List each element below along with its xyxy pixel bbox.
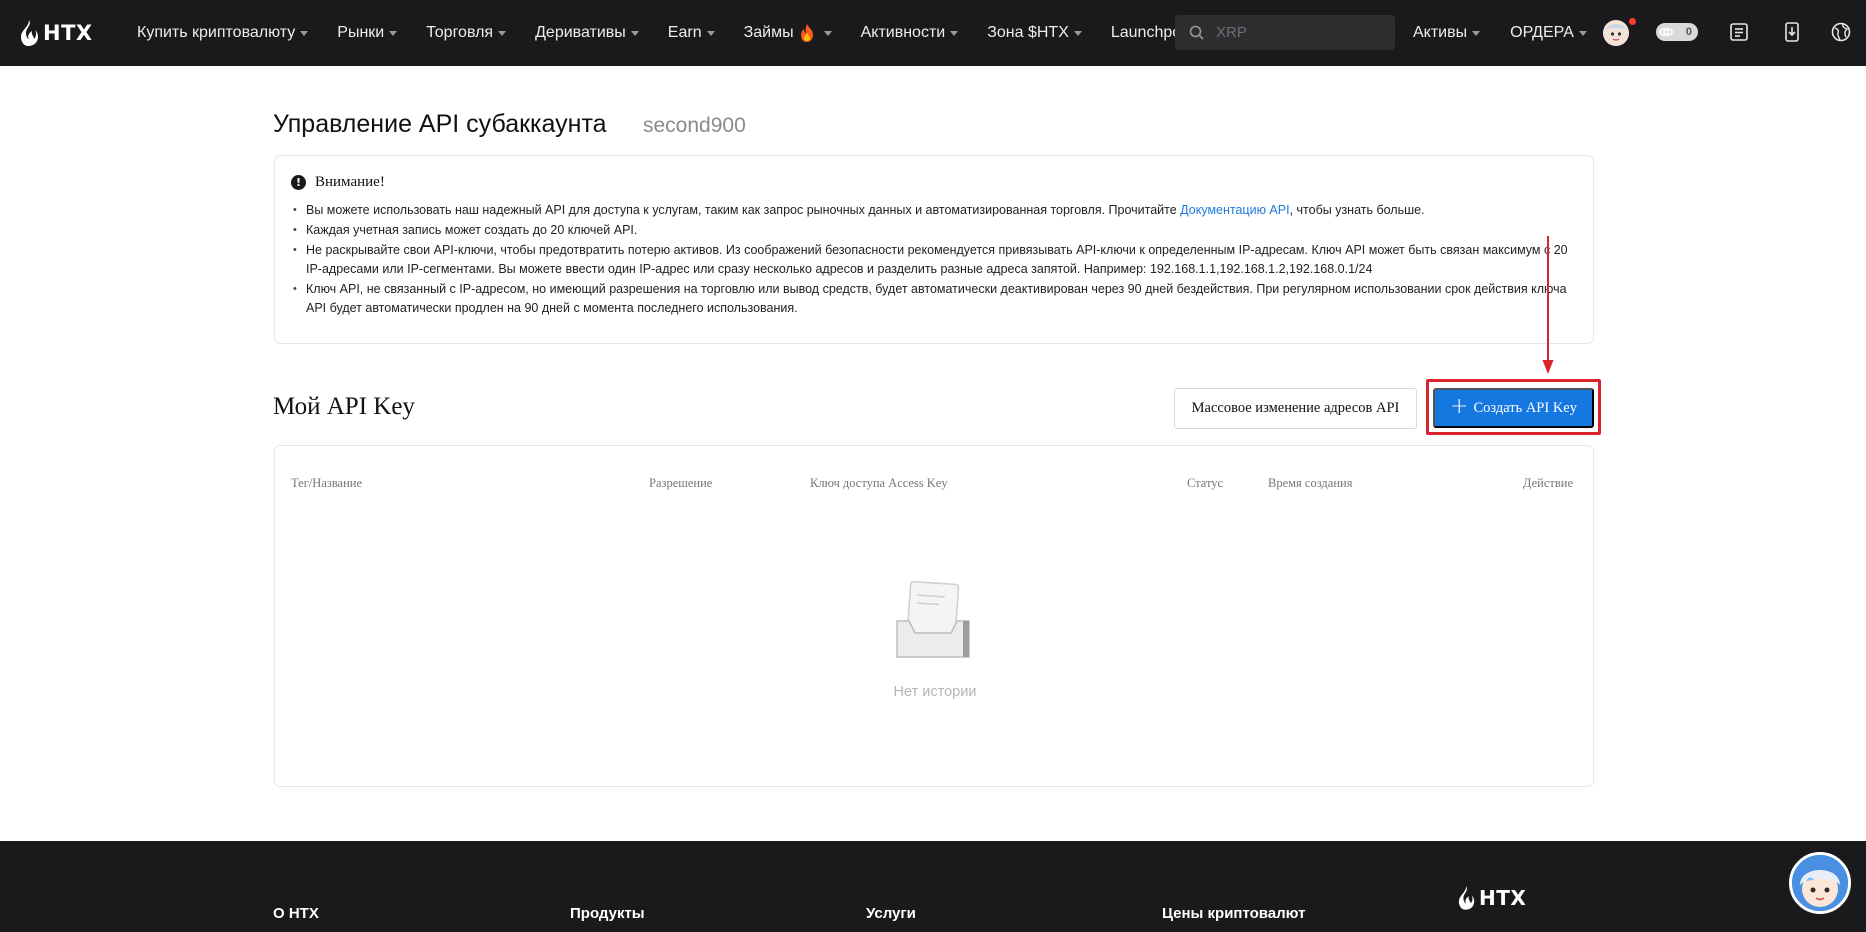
api-keys-table: Тег/Название Разрешение Ключ доступа Acc… — [274, 445, 1594, 787]
column-header-access-key: Ключ доступа Access Key — [810, 476, 948, 490]
api-docs-link[interactable]: Документацию API — [1180, 203, 1289, 217]
chevron-down-icon — [300, 31, 309, 36]
nav-earn[interactable]: Earn — [668, 24, 715, 42]
nav-label: Деривативы — [535, 24, 626, 41]
nav-markets[interactable]: Рынки — [337, 24, 398, 42]
avatar-face-icon — [1603, 20, 1629, 46]
create-api-key-button[interactable]: + Создать API Key — [1433, 388, 1594, 428]
nav-label: Купить криптовалюту — [137, 24, 296, 41]
notice-item: Вы можете использовать наш надежный API … — [291, 201, 1577, 220]
footer: О HTX Продукты Услуги Цены криптовалют H… — [0, 841, 1866, 932]
support-assistant-button[interactable] — [1789, 852, 1851, 914]
notice-text: Вы можете использовать наш надежный API … — [306, 203, 1181, 217]
chevron-down-icon — [1472, 31, 1481, 36]
subaccount-name: second900 — [643, 114, 746, 137]
nav-label: ОРДЕРА — [1510, 24, 1574, 41]
nav-htx-zone[interactable]: Зона $HTX — [987, 24, 1082, 42]
nav-label: Активы — [1413, 24, 1468, 41]
nav-label: Торговля — [426, 24, 494, 41]
chevron-down-icon — [498, 31, 507, 36]
search-box[interactable] — [1175, 15, 1395, 50]
download-icon[interactable] — [1781, 21, 1803, 43]
chevron-down-icon — [823, 31, 832, 36]
exclamation-icon: ! — [291, 175, 306, 190]
toggle-count: 0 — [1685, 26, 1692, 38]
notice-panel: ! Внимание! Вы можете использовать наш н… — [274, 155, 1594, 344]
notification-dot — [1629, 18, 1636, 25]
htx-flame-icon — [1458, 886, 1475, 910]
annotation-arrow-icon — [1542, 236, 1554, 374]
nav-activities[interactable]: Активности — [861, 24, 959, 42]
fire-icon — [800, 24, 813, 42]
notice-header: ! Внимание! — [291, 174, 1577, 191]
footer-products[interactable]: Продукты — [570, 905, 645, 922]
column-header-created: Время создания — [1268, 476, 1353, 490]
bulk-edit-addresses-button[interactable]: Массовое изменение адресов API — [1174, 388, 1417, 429]
column-header-status: Статус — [1187, 476, 1224, 490]
nav-label: Займы — [743, 24, 794, 41]
nav-loans[interactable]: Займы — [744, 24, 832, 42]
nav-label: Зона $HTX — [987, 24, 1069, 41]
theme-toggle[interactable]: 0 — [1656, 23, 1698, 41]
notice-text: , чтобы узнать больше. — [1289, 203, 1425, 217]
user-avatar[interactable] — [1603, 20, 1629, 46]
main-menu: Купить криптовалюту Рынки Торговля Дерив… — [137, 0, 1223, 66]
column-header-action: Действие — [1522, 476, 1573, 490]
htx-logo[interactable]: HTX — [20, 18, 106, 48]
create-api-key-label: Создать API Key — [1473, 399, 1577, 416]
footer-logo[interactable]: HTX — [1458, 885, 1526, 911]
search-icon — [1189, 25, 1204, 40]
footer-services[interactable]: Услуги — [866, 905, 916, 922]
brand-name: HTX — [43, 21, 93, 45]
assistant-avatar-icon — [1792, 855, 1848, 911]
footer-about[interactable]: О HTX — [273, 905, 319, 922]
chevron-down-icon — [389, 31, 398, 36]
empty-state-text: Нет истории — [893, 684, 977, 700]
notice-item: Каждая учетная запись может создать до 2… — [291, 221, 1577, 240]
account-menu: Активы ОРДЕРА — [1413, 0, 1617, 66]
nav-label: Активности — [860, 24, 946, 41]
plus-icon: + — [1450, 394, 1469, 419]
link-icon — [1659, 28, 1673, 36]
nav-label: Earn — [667, 24, 702, 41]
nav-trade[interactable]: Торговля — [426, 24, 507, 42]
language-globe-icon[interactable] — [1830, 21, 1852, 43]
api-section-title: Мой API Key — [273, 393, 415, 420]
notice-heading: Внимание! — [315, 174, 385, 190]
chevron-down-icon — [950, 31, 959, 36]
chevron-down-icon — [1073, 31, 1082, 36]
nav-label: Рынки — [337, 24, 385, 41]
top-navigation: HTX Купить криптовалюту Рынки Торговля Д… — [0, 0, 1866, 66]
empty-inbox-icon — [896, 581, 970, 658]
orders-list-icon[interactable] — [1728, 21, 1750, 43]
notice-list: Вы можете использовать наш надежный API … — [291, 201, 1577, 318]
chevron-down-icon — [706, 31, 715, 36]
htx-flame-icon — [21, 20, 39, 46]
search-input[interactable] — [1216, 24, 1376, 41]
footer-crypto-prices[interactable]: Цены криптовалют — [1162, 905, 1305, 922]
nav-orders[interactable]: ОРДЕРА — [1510, 24, 1587, 42]
page-title: Управление API субаккаунта — [273, 110, 607, 138]
nav-assets[interactable]: Активы — [1413, 24, 1481, 42]
notice-item: Ключ API, не связанный с IP-адресом, но … — [291, 280, 1577, 318]
nav-derivatives[interactable]: Деривативы — [535, 24, 639, 42]
nav-buy-crypto[interactable]: Купить криптовалюту — [137, 24, 309, 42]
chevron-down-icon — [630, 31, 639, 36]
notice-item: Не раскрывайте свои API-ключи, чтобы пре… — [291, 241, 1577, 279]
footer-brand-name: HTX — [1479, 886, 1527, 910]
column-header-tag: Тег/Название — [291, 476, 363, 490]
column-header-permission: Разрешение — [649, 476, 713, 490]
chevron-down-icon — [1578, 31, 1587, 36]
